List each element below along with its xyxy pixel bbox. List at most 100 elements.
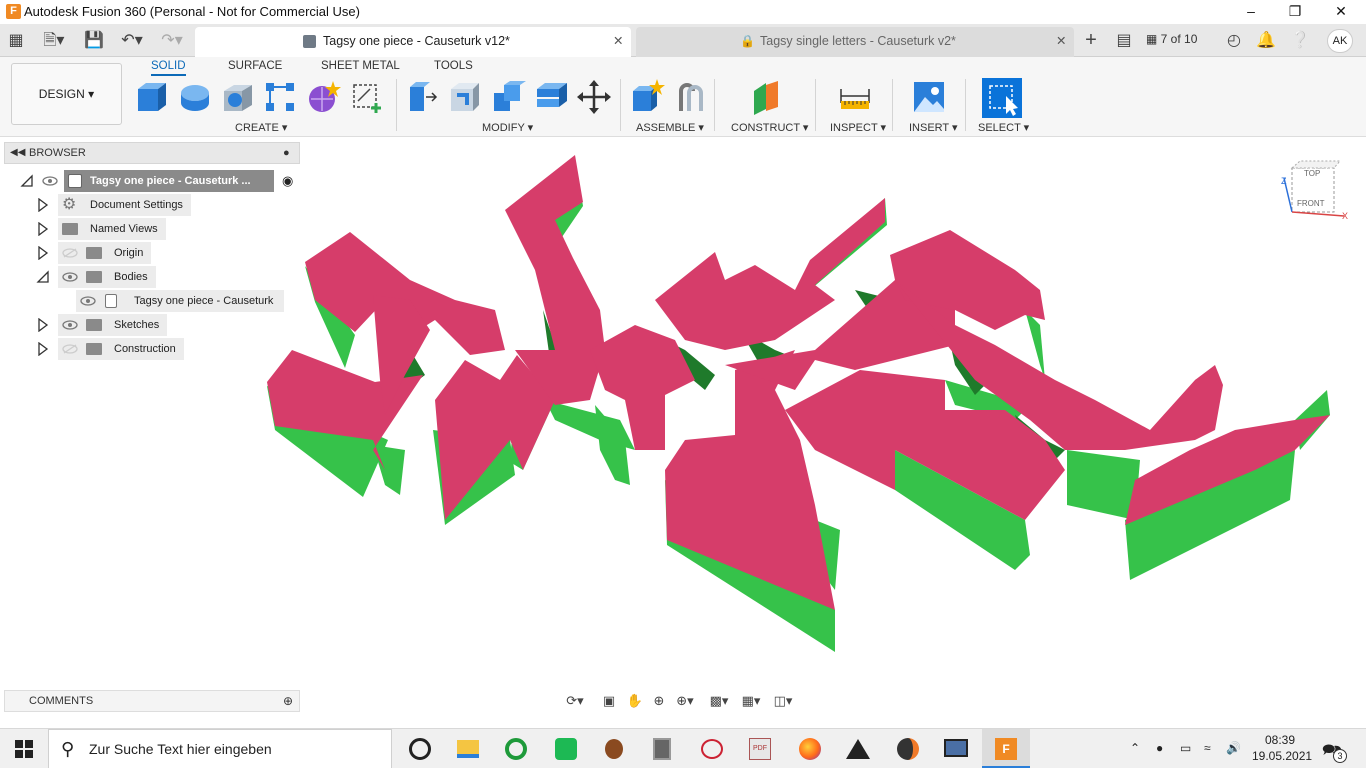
- root-component-label[interactable]: Tagsy one piece - Causeturk ...: [64, 170, 274, 192]
- redo-icon[interactable]: ↷▾: [156, 24, 188, 57]
- viewcube-front-label[interactable]: FRONT: [1297, 199, 1325, 208]
- battery-icon[interactable]: ▭: [1180, 741, 1191, 755]
- assemble-menu[interactable]: ASSEMBLE ▾: [636, 121, 704, 134]
- hidden-eye-icon[interactable]: [62, 248, 78, 258]
- app-green-circle-icon[interactable]: [492, 729, 540, 768]
- insert-image-icon[interactable]: [911, 79, 947, 115]
- orbit-icon[interactable]: ⟳▾: [564, 692, 586, 710]
- display-settings-icon[interactable]: ▩▾: [708, 692, 730, 710]
- eye-icon[interactable]: [80, 296, 96, 306]
- minimize-icon[interactable]: –: [1228, 0, 1274, 24]
- origin-label[interactable]: Origin: [58, 242, 152, 264]
- show-hidden-icons[interactable]: ⌃: [1130, 741, 1140, 755]
- new-component-icon[interactable]: [134, 79, 170, 115]
- construction-label[interactable]: Construction: [58, 338, 184, 360]
- workspace-switcher[interactable]: DESIGN ▾: [11, 63, 122, 125]
- new-tab-icon[interactable]: +: [1078, 24, 1104, 57]
- blender-icon[interactable]: [884, 729, 932, 768]
- create-menu[interactable]: CREATE ▾: [235, 121, 287, 134]
- new-component-assemble-icon[interactable]: [629, 79, 665, 115]
- tab-sheet-metal[interactable]: SHEET METAL: [321, 60, 400, 72]
- tab-surface[interactable]: SURFACE: [228, 60, 282, 72]
- measure-icon[interactable]: [837, 79, 873, 115]
- file-menu-icon[interactable]: 🗎▾: [38, 24, 70, 57]
- named-views-label[interactable]: Named Views: [58, 218, 166, 240]
- insert-menu[interactable]: INSERT ▾: [909, 121, 958, 134]
- collapsed-triangle-icon[interactable]: [36, 198, 50, 212]
- sketch-pattern-icon[interactable]: [262, 79, 298, 115]
- look-at-icon[interactable]: ▣: [598, 692, 620, 710]
- joint-icon[interactable]: [673, 79, 709, 115]
- close-tab-icon[interactable]: ✕: [1056, 27, 1066, 55]
- collapsed-triangle-icon[interactable]: [36, 342, 50, 356]
- meet-now-icon[interactable]: ●: [1156, 741, 1163, 755]
- collapsed-triangle-icon[interactable]: [36, 318, 50, 332]
- windows-start-icon[interactable]: [0, 729, 48, 768]
- save-icon[interactable]: 💾: [84, 24, 104, 57]
- eye-icon[interactable]: [62, 320, 78, 330]
- sketches-label[interactable]: Sketches: [58, 314, 168, 336]
- tab-tagsy-one-piece[interactable]: Tagsy one piece - Causeturk v12* ✕: [195, 27, 631, 57]
- file-explorer-icon[interactable]: [444, 729, 492, 768]
- modify-menu[interactable]: MODIFY ▾: [482, 121, 533, 134]
- grid-settings-icon[interactable]: ▦▾: [740, 692, 762, 710]
- create-sketch-icon[interactable]: [350, 79, 386, 115]
- fit-icon[interactable]: ⊕▾: [674, 692, 696, 710]
- undo-icon[interactable]: ↶▾: [116, 24, 148, 57]
- collapsed-triangle-icon[interactable]: [36, 246, 50, 260]
- task-view-icon[interactable]: [396, 729, 444, 768]
- comments-panel[interactable]: COMMENTS ⊕: [4, 690, 300, 712]
- eye-icon[interactable]: [42, 176, 58, 186]
- offset-plane-icon[interactable]: [748, 79, 784, 115]
- maximize-icon[interactable]: ❐: [1272, 0, 1318, 24]
- apps-grid-icon[interactable]: ▦: [4, 24, 28, 57]
- help-icon[interactable]: ❔: [1288, 24, 1312, 57]
- combine-icon[interactable]: [490, 79, 526, 115]
- eye-icon[interactable]: [62, 272, 78, 282]
- collapsed-triangle-icon[interactable]: [36, 222, 50, 236]
- construct-menu[interactable]: CONSTRUCT ▾: [731, 121, 808, 134]
- tab-tools[interactable]: TOOLS: [434, 60, 473, 72]
- zoom-icon[interactable]: ⊕: [648, 692, 670, 710]
- pdf24-icon[interactable]: PDF: [736, 729, 784, 768]
- volume-icon[interactable]: 🔊: [1226, 741, 1241, 755]
- body-label[interactable]: Tagsy one piece - Causeturk: [76, 290, 284, 312]
- fusion360-taskbar-icon[interactable]: F: [982, 729, 1030, 768]
- firefox-icon[interactable]: [786, 729, 834, 768]
- viewports-icon[interactable]: ◫▾: [772, 692, 794, 710]
- taskbar-search-box[interactable]: ⚲ Zur Suche Text hier eingeben: [48, 729, 392, 768]
- close-tab-icon[interactable]: ✕: [613, 27, 623, 55]
- viewcube-top-label[interactable]: TOP: [1304, 169, 1320, 178]
- bug-app-icon[interactable]: [590, 729, 638, 768]
- form-icon[interactable]: [305, 79, 341, 115]
- job-status[interactable]: ▦ 7 of 10: [1146, 24, 1197, 57]
- calculator-icon[interactable]: [638, 729, 686, 768]
- notifications-icon[interactable]: 🔔: [1254, 24, 1278, 57]
- inspect-menu[interactable]: INSPECT ▾: [830, 121, 886, 134]
- pan-icon[interactable]: ✋: [624, 692, 646, 710]
- extrude-icon[interactable]: [177, 79, 213, 115]
- spotify-icon[interactable]: [542, 729, 590, 768]
- move-copy-icon[interactable]: [576, 79, 612, 115]
- wifi-icon[interactable]: ≈: [1204, 741, 1211, 755]
- monitor-app-icon[interactable]: [932, 729, 980, 768]
- snipping-tool-icon[interactable]: [688, 729, 736, 768]
- close-window-icon[interactable]: ✕: [1318, 0, 1364, 24]
- hidden-eye-icon[interactable]: [62, 344, 78, 354]
- expanded-triangle-icon[interactable]: [20, 174, 34, 188]
- select-menu[interactable]: SELECT ▾: [978, 121, 1029, 134]
- expanded-triangle-icon[interactable]: [36, 270, 50, 284]
- bodies-label[interactable]: Bodies: [58, 266, 156, 288]
- revolve-icon[interactable]: [220, 79, 256, 115]
- collapse-panel-icon[interactable]: ◀◀: [10, 143, 25, 163]
- clock[interactable]: 08:39 19.05.2021: [1252, 733, 1312, 763]
- select-icon[interactable]: [982, 78, 1022, 118]
- press-pull-icon[interactable]: [404, 79, 440, 115]
- fillet-icon[interactable]: [447, 79, 483, 115]
- tab-tagsy-single-letters[interactable]: 🔒 Tagsy single letters - Causeturk v2* ✕: [636, 27, 1074, 57]
- user-avatar[interactable]: AK: [1327, 29, 1353, 53]
- shell-icon[interactable]: [533, 79, 569, 115]
- clock-icon[interactable]: ◴: [1222, 24, 1246, 57]
- 3d-model-viewport[interactable]: [255, 150, 1340, 665]
- add-comment-icon[interactable]: ⊕: [283, 691, 293, 711]
